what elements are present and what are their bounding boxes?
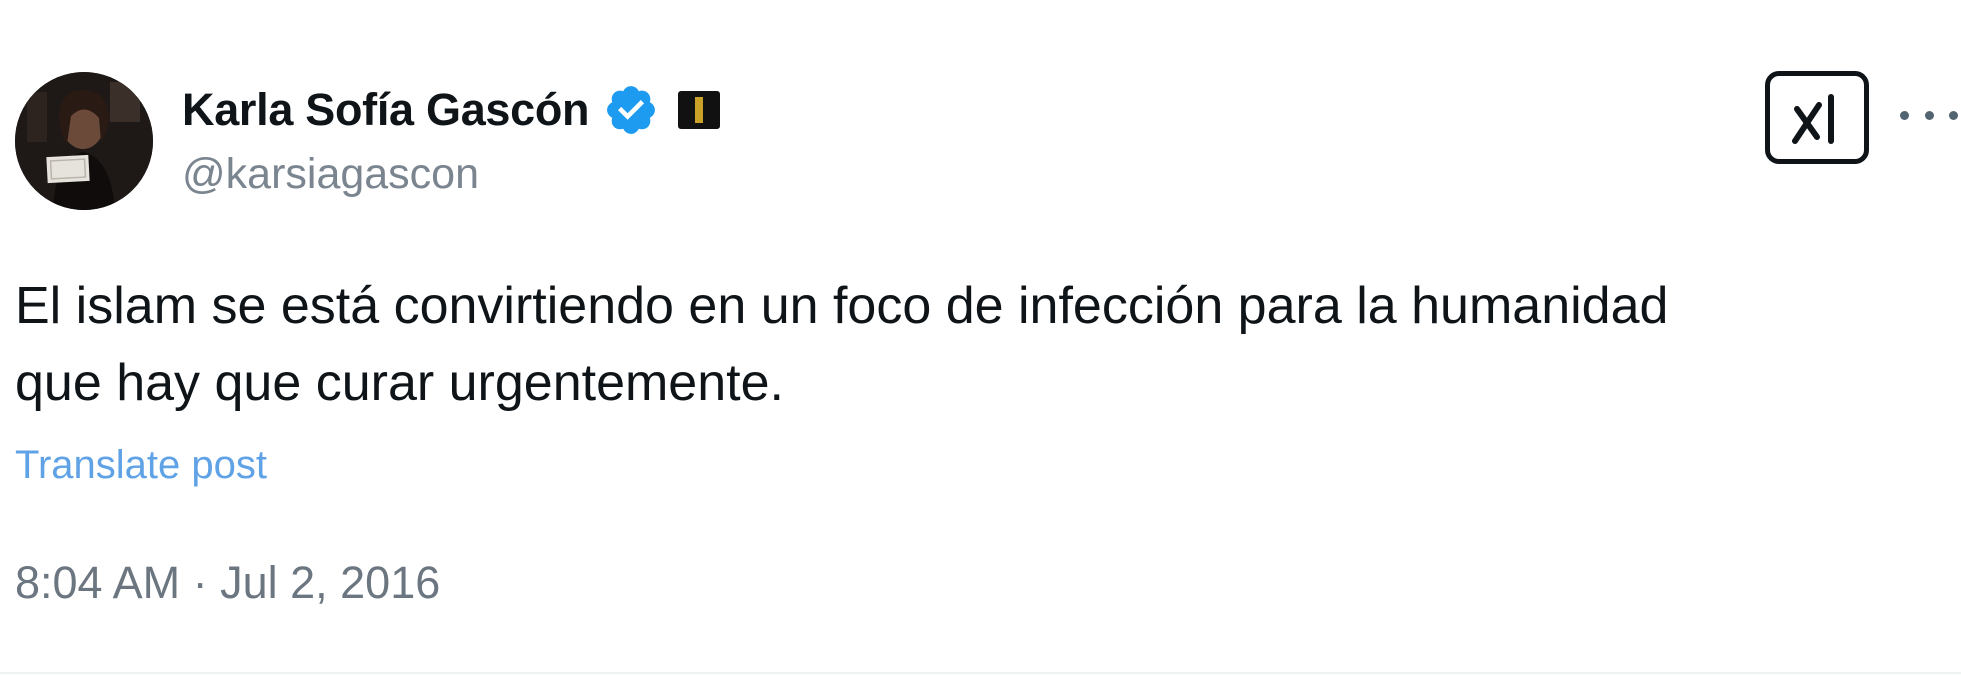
divider xyxy=(0,672,1961,674)
author-handle[interactable]: @karsiagascon xyxy=(182,150,479,199)
author-display-name[interactable]: Karla Sofía Gascón xyxy=(182,84,590,136)
tweet-text: El islam se está convirtiendo en un foco… xyxy=(15,268,1945,422)
verified-badge-icon[interactable] xyxy=(603,82,659,138)
tweet-card: Karla Sofía Gascón @karsiagascon El isla… xyxy=(0,0,1961,675)
grok-button[interactable] xyxy=(1765,71,1869,164)
tweet-text-line: que hay que curar urgentemente. xyxy=(15,354,784,412)
flag-icon[interactable] xyxy=(677,88,721,132)
more-options-icon-dot xyxy=(1924,110,1934,120)
grok-icon xyxy=(1792,93,1834,144)
translate-post-link[interactable]: Translate post xyxy=(15,443,267,488)
more-options-icon xyxy=(1900,110,1909,120)
author-name-row: Karla Sofía Gascón xyxy=(182,80,721,140)
tweet-timestamp[interactable]: 8:04 AM · Jul 2, 2016 xyxy=(15,557,440,609)
avatar[interactable] xyxy=(15,72,153,210)
avatar-image xyxy=(15,72,153,210)
more-options-button[interactable] xyxy=(1900,95,1958,135)
more-options-icon-dot xyxy=(1949,110,1958,120)
tweet-text-line: El islam se está convirtiendo en un foco… xyxy=(15,277,1669,335)
